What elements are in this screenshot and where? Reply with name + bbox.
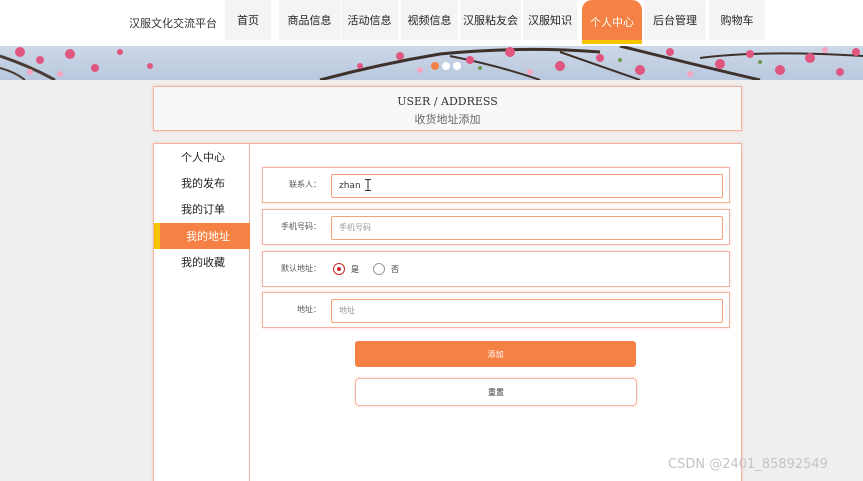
- site-title: 汉服文化交流平台: [129, 17, 217, 30]
- nav-item-videos[interactable]: 视频信息: [401, 0, 458, 40]
- reset-button[interactable]: 重置: [355, 378, 637, 406]
- text-cursor-icon: [365, 179, 371, 191]
- sidebar-item-label: 个人中心: [181, 151, 225, 164]
- contact-label: 联系人：: [289, 180, 321, 189]
- nav-item-label: 活动信息: [347, 14, 392, 27]
- sidebar-item-personal-center[interactable]: 个人中心: [154, 144, 250, 170]
- nav-item-cart[interactable]: 购物车: [709, 0, 765, 40]
- sidebar-item-my-address[interactable]: 我的地址: [154, 223, 250, 249]
- default-address-label: 默认地址：: [281, 264, 321, 273]
- nav-item-label: 商品信息: [287, 14, 332, 27]
- phone-label: 手机号码：: [281, 222, 321, 231]
- add-button[interactable]: 添加: [355, 341, 636, 367]
- default-address-row: 默认地址： 是 否: [262, 251, 730, 287]
- carousel-dots: [431, 62, 461, 70]
- radio-selected-icon: [333, 263, 345, 275]
- nav-item-label: 视频信息: [407, 14, 452, 27]
- sidebar-item-label: 我的收藏: [181, 256, 225, 269]
- radio-label: 否: [391, 264, 399, 274]
- nav-item-label: 首页: [237, 14, 259, 27]
- sidebar-item-label: 我的发布: [181, 177, 225, 190]
- nav-item-knowledge[interactable]: 汉服知识: [523, 0, 577, 40]
- default-no-radio[interactable]: 否: [373, 263, 399, 275]
- sidebar-item-label: 我的订单: [181, 203, 225, 216]
- contact-input[interactable]: [331, 174, 723, 198]
- nav-item-admin[interactable]: 后台管理: [644, 0, 706, 40]
- address-row: 地址：: [262, 292, 730, 328]
- carousel-dot[interactable]: [442, 62, 450, 70]
- address-input[interactable]: [331, 299, 723, 323]
- main-content: 个人中心 我的发布 我的订单 我的地址 我的收藏 联系人： 手机号码： 默认地址…: [153, 143, 742, 481]
- nav-item-home[interactable]: 首页: [225, 0, 271, 40]
- sidebar-item-my-favorites[interactable]: 我的收藏: [154, 249, 250, 275]
- page-title-en: USER / ADDRESS: [397, 95, 498, 108]
- page-title-box: USER / ADDRESS 收货地址添加: [153, 86, 742, 131]
- watermark: CSDN @2401_85892549: [668, 457, 828, 472]
- nav-item-personal-center[interactable]: 个人中心: [582, 0, 642, 44]
- page-title: 收货地址添加: [414, 113, 481, 126]
- sidebar: 个人中心 我的发布 我的订单 我的地址 我的收藏: [154, 144, 250, 481]
- contact-row: 联系人：: [262, 167, 730, 203]
- phone-row: 手机号码：: [262, 209, 730, 245]
- nav-item-label: 个人中心: [590, 16, 634, 29]
- address-label: 地址：: [297, 305, 321, 314]
- radio-unselected-icon: [373, 263, 385, 275]
- nav-item-label: 购物车: [720, 14, 754, 27]
- sidebar-item-my-posts[interactable]: 我的发布: [154, 170, 250, 196]
- carousel-dot[interactable]: [453, 62, 461, 70]
- default-yes-radio[interactable]: 是: [333, 263, 359, 275]
- radio-label: 是: [351, 264, 359, 274]
- nav-item-community[interactable]: 汉服粘友会: [460, 0, 521, 40]
- nav-item-label: 汉服粘友会: [463, 14, 518, 27]
- nav-item-events[interactable]: 活动信息: [341, 0, 398, 40]
- phone-input[interactable]: [331, 216, 723, 240]
- nav-item-products[interactable]: 商品信息: [279, 0, 340, 40]
- carousel-dot[interactable]: [431, 62, 439, 70]
- nav-item-label: 汉服知识: [528, 14, 572, 27]
- nav-item-label: 后台管理: [653, 14, 697, 27]
- top-nav: 汉服文化交流平台 首页 商品信息 活动信息 视频信息 汉服粘友会 汉服知识 个人…: [0, 0, 863, 46]
- sidebar-item-my-orders[interactable]: 我的订单: [154, 196, 250, 222]
- sidebar-item-label: 我的地址: [186, 230, 230, 243]
